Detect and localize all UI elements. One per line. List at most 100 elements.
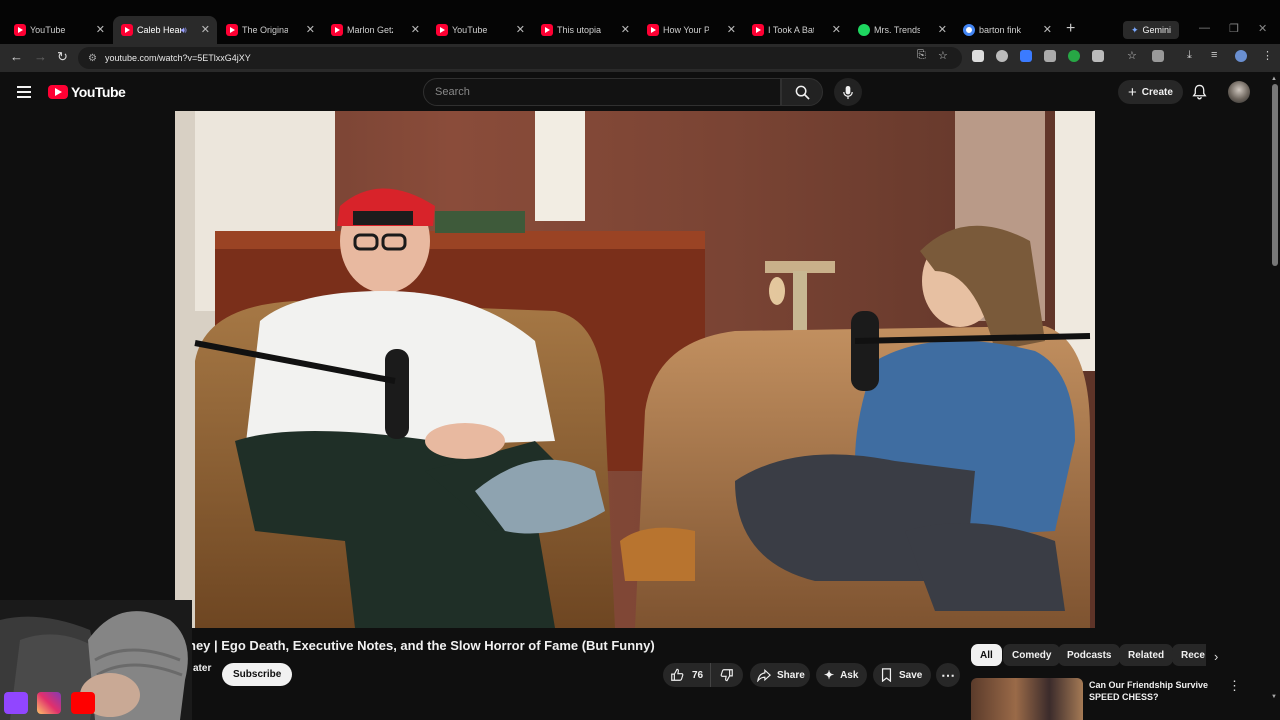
more-actions-button[interactable]: ⋯ xyxy=(936,663,960,687)
plus-icon: + xyxy=(1128,83,1137,101)
create-button[interactable]: + Create xyxy=(1118,80,1183,104)
extension-power-icon[interactable] xyxy=(996,50,1008,62)
profile-icon[interactable] xyxy=(1235,50,1247,62)
channel-name[interactable]: ater xyxy=(193,663,211,674)
save-button[interactable]: Save xyxy=(873,663,931,687)
speaker-icon[interactable]: 🔊︎ xyxy=(181,25,187,36)
youtube-icon xyxy=(71,692,95,714)
dislike-button[interactable] xyxy=(711,663,743,687)
chip-comedy[interactable]: Comedy xyxy=(1003,644,1061,666)
chevron-right-icon[interactable]: › xyxy=(1214,649,1218,664)
ask-button[interactable]: ✦ Ask xyxy=(816,663,867,687)
extension-shield-icon[interactable] xyxy=(1044,50,1056,62)
youtube-logo[interactable]: YouTube xyxy=(48,84,126,100)
address-bar[interactable]: ⚙︎ youtube.com/watch?v=5ETlxxG4jXY xyxy=(78,47,962,69)
chip-podcasts[interactable]: Podcasts xyxy=(1058,644,1121,666)
close-tab-icon[interactable]: ✕ xyxy=(96,23,105,36)
split-view-icon[interactable] xyxy=(1152,50,1164,62)
browser-tab-this-utopia[interactable]: This utopia ✕ xyxy=(533,16,637,44)
youtube-icon xyxy=(226,24,238,36)
spotify-icon xyxy=(858,24,870,36)
bookmarks-icon[interactable]: ☆ xyxy=(1127,49,1137,62)
back-icon[interactable]: ← xyxy=(10,49,23,64)
scroll-down-icon[interactable]: ▼ xyxy=(1271,694,1277,700)
browser-tab-spotify[interactable]: Mrs. Trendse ✕ xyxy=(850,16,954,44)
close-tab-icon[interactable]: ✕ xyxy=(938,23,947,36)
logo-text: YouTube xyxy=(71,84,126,100)
search-box[interactable] xyxy=(423,78,781,106)
subscribe-button[interactable]: Subscribe xyxy=(222,663,293,686)
like-button[interactable]: 76 xyxy=(663,663,711,687)
extensions-puzzle-icon[interactable] xyxy=(1092,50,1104,62)
scroll-up-icon[interactable]: ▲ xyxy=(1271,76,1277,82)
hamburger-menu-icon[interactable] xyxy=(17,86,31,98)
notifications-bell-icon[interactable] xyxy=(1192,84,1207,100)
new-tab-button[interactable]: + xyxy=(1066,20,1075,38)
extension-green-icon[interactable] xyxy=(1068,50,1080,62)
tab-title: Marlon Getz xyxy=(347,25,393,35)
browser-tab-caleb-hearon[interactable]: Caleb Hearon 🔊︎ ✕ xyxy=(113,16,217,44)
sparkle-icon: ✦ xyxy=(824,668,835,682)
video-frame xyxy=(175,111,1095,628)
menu-kebab-icon[interactable]: ⋮ xyxy=(1262,49,1273,62)
close-tab-icon[interactable]: ✕ xyxy=(411,23,420,36)
site-info-icon[interactable]: ⚙︎ xyxy=(88,53,97,64)
recommendation-title[interactable]: Can Our Friendship Survive SPEED CHESS? xyxy=(1089,679,1214,703)
forward-icon[interactable]: → xyxy=(34,49,47,64)
gemini-button[interactable]: ✦ Gemini xyxy=(1123,21,1180,39)
browser-tab-marlon-getz[interactable]: Marlon Getz ✕ xyxy=(323,16,427,44)
recommendation-thumbnail[interactable] xyxy=(971,678,1083,720)
more-vertical-icon[interactable]: ⋮ xyxy=(1228,678,1241,694)
close-tab-icon[interactable]: ✕ xyxy=(306,23,315,36)
browser-tab-the-original[interactable]: The Original ✕ xyxy=(218,16,322,44)
close-tab-icon[interactable]: ✕ xyxy=(201,23,210,36)
google-icon xyxy=(963,24,975,36)
download-icon[interactable]: ⤓ xyxy=(1187,49,1192,62)
tab-title: I Took A Bat xyxy=(768,25,814,35)
browser-tab-barton-fink[interactable]: barton fink ✕ xyxy=(955,16,1059,44)
tab-title: barton fink xyxy=(979,25,1022,35)
close-tab-icon[interactable]: ✕ xyxy=(727,23,736,36)
chip-related[interactable]: Related xyxy=(1119,644,1174,666)
close-tab-icon[interactable]: ✕ xyxy=(516,23,525,36)
share-label: Share xyxy=(777,669,805,681)
close-window-icon[interactable]: ✕ xyxy=(1258,22,1267,35)
search-button[interactable] xyxy=(781,78,823,106)
search-input[interactable] xyxy=(435,86,780,98)
minimize-icon[interactable]: — xyxy=(1199,22,1210,34)
microphone-icon xyxy=(843,85,853,99)
webcam-overlay xyxy=(0,600,192,720)
tab-title: The Original xyxy=(242,25,288,35)
voice-search-button[interactable] xyxy=(834,78,862,106)
close-tab-icon[interactable]: ✕ xyxy=(1043,23,1052,36)
maximize-icon[interactable]: ❐ xyxy=(1229,22,1239,35)
scrollbar-thumb[interactable] xyxy=(1272,84,1278,266)
youtube-icon xyxy=(752,24,764,36)
browser-tab-i-took[interactable]: I Took A Bat ✕ xyxy=(744,16,848,44)
youtube-icon xyxy=(14,24,26,36)
browser-tab-how-your[interactable]: How Your Pe ✕ xyxy=(639,16,743,44)
search-icon xyxy=(795,85,810,100)
extension-gift-icon[interactable] xyxy=(972,50,984,62)
browser-tab-youtube-1[interactable]: YouTube ✕ xyxy=(6,16,112,44)
extension-bluetooth-icon[interactable] xyxy=(1020,50,1032,62)
browser-tab-youtube-2[interactable]: YouTube ✕ xyxy=(428,16,532,44)
sparkle-icon: ✦ xyxy=(1131,24,1139,35)
tab-title: How Your Pe xyxy=(663,25,709,35)
video-player[interactable] xyxy=(175,111,1095,628)
bookmark-star-icon[interactable]: ☆ xyxy=(938,49,948,62)
ask-label: Ask xyxy=(840,669,859,681)
reload-icon[interactable]: ↻ xyxy=(57,49,68,65)
video-title: ney | Ego Death, Executive Notes, and th… xyxy=(188,638,655,653)
chip-all[interactable]: All xyxy=(971,644,1002,666)
close-tab-icon[interactable]: ✕ xyxy=(832,23,841,36)
chip-recent[interactable]: Rece xyxy=(1172,644,1206,666)
tab-title: YouTube xyxy=(452,25,488,35)
account-avatar[interactable] xyxy=(1228,81,1250,103)
tab-title: Caleb Hearon xyxy=(137,25,181,35)
install-app-icon[interactable]: ⎘ xyxy=(917,49,926,62)
media-control-icon[interactable]: ≡ xyxy=(1211,49,1217,61)
share-button[interactable]: Share xyxy=(750,663,810,687)
webcam-feed xyxy=(0,600,192,720)
close-tab-icon[interactable]: ✕ xyxy=(621,23,630,36)
